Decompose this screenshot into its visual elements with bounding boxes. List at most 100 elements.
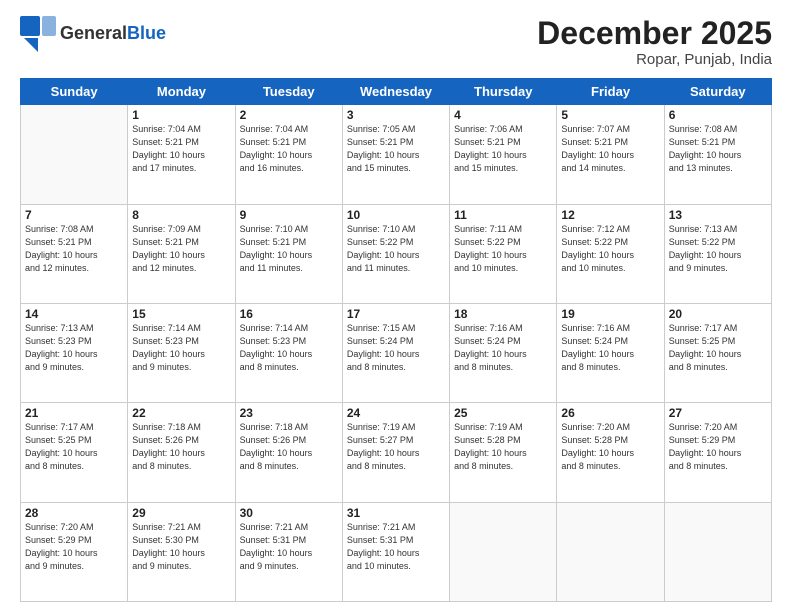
calendar-cell: 6Sunrise: 7:08 AM Sunset: 5:21 PM Daylig… bbox=[664, 105, 771, 204]
day-info: Sunrise: 7:10 AM Sunset: 5:22 PM Dayligh… bbox=[347, 223, 445, 275]
calendar-cell: 2Sunrise: 7:04 AM Sunset: 5:21 PM Daylig… bbox=[235, 105, 342, 204]
calendar-cell: 28Sunrise: 7:20 AM Sunset: 5:29 PM Dayli… bbox=[21, 502, 128, 601]
day-info: Sunrise: 7:13 AM Sunset: 5:23 PM Dayligh… bbox=[25, 322, 123, 374]
day-number: 20 bbox=[669, 307, 767, 321]
day-number: 27 bbox=[669, 406, 767, 420]
calendar-day-header: Thursday bbox=[450, 79, 557, 105]
calendar-cell bbox=[664, 502, 771, 601]
day-number: 17 bbox=[347, 307, 445, 321]
day-number: 18 bbox=[454, 307, 552, 321]
calendar-cell: 15Sunrise: 7:14 AM Sunset: 5:23 PM Dayli… bbox=[128, 303, 235, 402]
calendar-week-row: 1 Sunrise: 7:04 AM Sunset: 5:21 PM Daylig… bbox=[21, 105, 772, 204]
day-number: 1 bbox=[132, 108, 230, 122]
calendar-cell: 17Sunrise: 7:15 AM Sunset: 5:24 PM Dayli… bbox=[342, 303, 449, 402]
calendar-cell: 21Sunrise: 7:17 AM Sunset: 5:25 PM Dayli… bbox=[21, 403, 128, 502]
calendar-day-header: Saturday bbox=[664, 79, 771, 105]
day-number: 3 bbox=[347, 108, 445, 122]
calendar-cell: 8Sunrise: 7:09 AM Sunset: 5:21 PM Daylig… bbox=[128, 204, 235, 303]
day-info: Sunrise: 7:18 AM Sunset: 5:26 PM Dayligh… bbox=[240, 421, 338, 473]
page-subtitle: Ropar, Punjab, India bbox=[537, 51, 772, 68]
page: GeneralBlue December 2025 Ropar, Punjab,… bbox=[0, 0, 792, 612]
logo-general-text: General bbox=[60, 23, 127, 43]
calendar-cell: 20Sunrise: 7:17 AM Sunset: 5:25 PM Dayli… bbox=[664, 303, 771, 402]
day-info: Sunrise: 7:20 AM Sunset: 5:29 PM Dayligh… bbox=[25, 521, 123, 573]
calendar-week-row: 21Sunrise: 7:17 AM Sunset: 5:25 PM Dayli… bbox=[21, 403, 772, 502]
day-info: Sunrise: 7:10 AM Sunset: 5:21 PM Dayligh… bbox=[240, 223, 338, 275]
day-info: Sunrise: 7:12 AM Sunset: 5:22 PM Dayligh… bbox=[561, 223, 659, 275]
day-number: 21 bbox=[25, 406, 123, 420]
day-info: Sunrise: 7:21 AM Sunset: 5:31 PM Dayligh… bbox=[240, 521, 338, 573]
calendar-cell: 27Sunrise: 7:20 AM Sunset: 5:29 PM Dayli… bbox=[664, 403, 771, 502]
day-number: 30 bbox=[240, 506, 338, 520]
day-number: 15 bbox=[132, 307, 230, 321]
calendar-table: SundayMondayTuesdayWednesdayThursdayFrid… bbox=[20, 78, 772, 602]
day-info: Sunrise: 7:08 AM Sunset: 5:21 PM Dayligh… bbox=[669, 123, 767, 175]
calendar-cell: 13Sunrise: 7:13 AM Sunset: 5:22 PM Dayli… bbox=[664, 204, 771, 303]
day-number: 23 bbox=[240, 406, 338, 420]
calendar-cell: 3Sunrise: 7:05 AM Sunset: 5:21 PM Daylig… bbox=[342, 105, 449, 204]
calendar-cell: 22Sunrise: 7:18 AM Sunset: 5:26 PM Dayli… bbox=[128, 403, 235, 502]
day-number: 8 bbox=[132, 208, 230, 222]
day-info: Sunrise: 7:06 AM Sunset: 5:21 PM Dayligh… bbox=[454, 123, 552, 175]
day-number: 11 bbox=[454, 208, 552, 222]
calendar-cell bbox=[450, 502, 557, 601]
day-number: 29 bbox=[132, 506, 230, 520]
calendar-day-header: Wednesday bbox=[342, 79, 449, 105]
calendar-week-row: 28Sunrise: 7:20 AM Sunset: 5:29 PM Dayli… bbox=[21, 502, 772, 601]
day-info: Sunrise: 7:09 AM Sunset: 5:21 PM Dayligh… bbox=[132, 223, 230, 275]
day-number: 28 bbox=[25, 506, 123, 520]
calendar-cell: 9Sunrise: 7:10 AM Sunset: 5:21 PM Daylig… bbox=[235, 204, 342, 303]
calendar-cell: 14Sunrise: 7:13 AM Sunset: 5:23 PM Dayli… bbox=[21, 303, 128, 402]
calendar-cell: 5Sunrise: 7:07 AM Sunset: 5:21 PM Daylig… bbox=[557, 105, 664, 204]
calendar-cell bbox=[557, 502, 664, 601]
calendar-cell: 26Sunrise: 7:20 AM Sunset: 5:28 PM Dayli… bbox=[557, 403, 664, 502]
day-info: Sunrise: 7:18 AM Sunset: 5:26 PM Dayligh… bbox=[132, 421, 230, 473]
calendar-cell: 1Sunrise: 7:04 AM Sunset: 5:21 PM Daylig… bbox=[128, 105, 235, 204]
title-block: December 2025 Ropar, Punjab, India bbox=[537, 16, 772, 68]
calendar-cell: 16Sunrise: 7:14 AM Sunset: 5:23 PM Dayli… bbox=[235, 303, 342, 402]
day-info: Sunrise: 7:19 AM Sunset: 5:27 PM Dayligh… bbox=[347, 421, 445, 473]
day-info: Sunrise: 7:11 AM Sunset: 5:22 PM Dayligh… bbox=[454, 223, 552, 275]
day-info: Sunrise: 7:08 AM Sunset: 5:21 PM Dayligh… bbox=[25, 223, 123, 275]
day-number: 13 bbox=[669, 208, 767, 222]
day-number: 24 bbox=[347, 406, 445, 420]
day-info: Sunrise: 7:04 AM Sunset: 5:21 PM Dayligh… bbox=[240, 123, 338, 175]
logo-icon bbox=[20, 16, 56, 52]
day-info: Sunrise: 7:17 AM Sunset: 5:25 PM Dayligh… bbox=[669, 322, 767, 374]
day-info: Sunrise: 7:14 AM Sunset: 5:23 PM Dayligh… bbox=[240, 322, 338, 374]
calendar-day-header: Friday bbox=[557, 79, 664, 105]
day-info: Sunrise: 7:16 AM Sunset: 5:24 PM Dayligh… bbox=[561, 322, 659, 374]
calendar-cell: 24Sunrise: 7:19 AM Sunset: 5:27 PM Dayli… bbox=[342, 403, 449, 502]
calendar-day-header: Monday bbox=[128, 79, 235, 105]
header: GeneralBlue December 2025 Ropar, Punjab,… bbox=[20, 16, 772, 68]
calendar-cell: 31Sunrise: 7:21 AM Sunset: 5:31 PM Dayli… bbox=[342, 502, 449, 601]
calendar-header-row: SundayMondayTuesdayWednesdayThursdayFrid… bbox=[21, 79, 772, 105]
logo: GeneralBlue bbox=[20, 16, 166, 52]
day-number: 6 bbox=[669, 108, 767, 122]
day-info: Sunrise: 7:17 AM Sunset: 5:25 PM Dayligh… bbox=[25, 421, 123, 473]
day-info: Sunrise: 7:21 AM Sunset: 5:30 PM Dayligh… bbox=[132, 521, 230, 573]
calendar-cell: 25Sunrise: 7:19 AM Sunset: 5:28 PM Dayli… bbox=[450, 403, 557, 502]
day-number: 19 bbox=[561, 307, 659, 321]
day-number: 22 bbox=[132, 406, 230, 420]
day-number: 26 bbox=[561, 406, 659, 420]
day-info: Sunrise: 7:20 AM Sunset: 5:28 PM Dayligh… bbox=[561, 421, 659, 473]
day-info: Sunrise: 7:13 AM Sunset: 5:22 PM Dayligh… bbox=[669, 223, 767, 275]
calendar-cell: 23Sunrise: 7:18 AM Sunset: 5:26 PM Dayli… bbox=[235, 403, 342, 502]
calendar-day-header: Tuesday bbox=[235, 79, 342, 105]
day-number: 16 bbox=[240, 307, 338, 321]
day-number: 10 bbox=[347, 208, 445, 222]
day-number: 12 bbox=[561, 208, 659, 222]
day-number: 31 bbox=[347, 506, 445, 520]
day-number: 14 bbox=[25, 307, 123, 321]
day-info: Sunrise: 7:05 AM Sunset: 5:21 PM Dayligh… bbox=[347, 123, 445, 175]
calendar-cell: 7Sunrise: 7:08 AM Sunset: 5:21 PM Daylig… bbox=[21, 204, 128, 303]
day-info: Sunrise: 7:16 AM Sunset: 5:24 PM Dayligh… bbox=[454, 322, 552, 374]
day-number: 25 bbox=[454, 406, 552, 420]
day-info: Sunrise: 7:07 AM Sunset: 5:21 PM Dayligh… bbox=[561, 123, 659, 175]
calendar-cell: 12Sunrise: 7:12 AM Sunset: 5:22 PM Dayli… bbox=[557, 204, 664, 303]
calendar-cell bbox=[21, 105, 128, 204]
day-info: Sunrise: 7:21 AM Sunset: 5:31 PM Dayligh… bbox=[347, 521, 445, 573]
calendar-cell: 29Sunrise: 7:21 AM Sunset: 5:30 PM Dayli… bbox=[128, 502, 235, 601]
day-info: Sunrise: 7:15 AM Sunset: 5:24 PM Dayligh… bbox=[347, 322, 445, 374]
